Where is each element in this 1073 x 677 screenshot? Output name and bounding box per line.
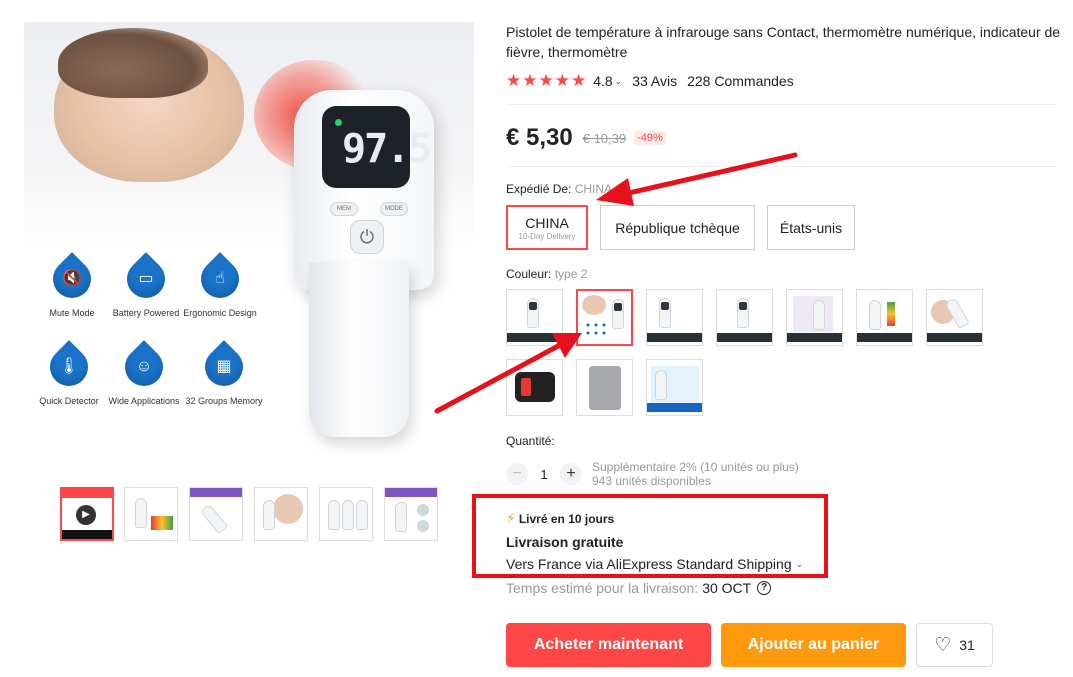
gallery-thumb-5[interactable] (319, 487, 373, 541)
wishlist-button[interactable]: ♡ 31 (916, 623, 993, 667)
annotation-highlight-box (472, 494, 828, 578)
color-option-2[interactable] (576, 289, 633, 346)
gallery-thumb-4[interactable] (254, 487, 308, 541)
chevron-down-icon[interactable]: ⌄ (615, 76, 623, 87)
hand-icon: ☝ (193, 252, 247, 306)
arrow-to-ship-from (596, 152, 798, 206)
estimated-delivery: Temps estimé pour la livraison: 30 OCT ? (506, 580, 772, 596)
thermometer-handle (309, 262, 409, 437)
person-icon: ☺ (117, 340, 171, 394)
wishlist-count: 31 (959, 637, 975, 653)
rating-stars-icon: ★★★★★ (506, 71, 588, 90)
option-label: CHINA (525, 214, 569, 231)
color-title: Couleur: (506, 267, 552, 281)
feature-ergonomic: ☝ Ergonomic Design (175, 252, 265, 318)
gallery-thumb-3[interactable] (189, 487, 243, 541)
gallery-thumb-6[interactable] (384, 487, 438, 541)
color-label: Couleur: type 2 (506, 267, 587, 281)
feature-label: Wide Applications (108, 396, 180, 406)
stock-available: 943 unités disponibles (592, 474, 711, 488)
eta-label: Temps estimé pour la livraison: (506, 580, 699, 596)
eta-date: 30 OCT (702, 580, 752, 596)
option-label: République tchèque (615, 219, 740, 236)
quantity-stepper: − 1 + Supplémentaire 2% (10 unités ou pl… (506, 460, 799, 488)
ship-from-china[interactable]: CHINA 10-Day Delivery (506, 205, 588, 250)
reviews-link[interactable]: 33 Avis (632, 73, 677, 89)
rating-value[interactable]: 4.8 (593, 73, 612, 89)
price-row: € 5,30 € 10,39 -49% (506, 124, 666, 152)
quantity-label: Quantité: (506, 434, 555, 448)
ships-from-value: CHINA (574, 182, 613, 196)
color-option-3[interactable] (646, 289, 703, 346)
battery-icon: ▭ (119, 252, 173, 306)
quantity-input[interactable]: 1 (528, 467, 560, 482)
gallery-thumb-2[interactable] (124, 487, 178, 541)
color-option-4[interactable] (716, 289, 773, 346)
play-icon: ▶ (76, 505, 96, 525)
thermometer-icon: 🌡 (42, 340, 96, 394)
option-sublabel: 10-Day Delivery (518, 231, 576, 241)
thermometer-reading: 97.5 (342, 126, 432, 172)
divider (506, 166, 1056, 167)
quantity-decrease-button[interactable]: − (506, 463, 528, 485)
child-hair (58, 28, 208, 98)
discount-badge: -49% (634, 131, 666, 145)
color-option-5[interactable] (786, 289, 843, 346)
product-title: Pistolet de température à infrarouge san… (506, 24, 1061, 60)
color-option-6[interactable] (856, 289, 913, 346)
color-option-case[interactable] (506, 359, 563, 416)
current-price: € 5,30 (506, 124, 573, 151)
feature-label: Ergonomic Design (183, 308, 257, 318)
color-value: type 2 (554, 267, 588, 281)
buy-now-button[interactable]: Acheter maintenant (506, 623, 711, 667)
ship-from-czech-republic[interactable]: République tchèque (600, 205, 755, 250)
bulk-discount-note: Supplémentaire 2% (10 unités ou plus) (592, 460, 799, 474)
status-led (335, 119, 342, 126)
option-label: États-unis (779, 219, 843, 236)
feature-wide-applications: ☺ Wide Applications (99, 340, 189, 406)
ships-from-title: Expédié De: (506, 182, 572, 196)
original-price: € 10,39 (582, 130, 627, 146)
speaker-mute-icon: 🔇 (45, 252, 99, 306)
color-option-bundle[interactable] (646, 359, 703, 416)
orders-count: 228 Commandes (687, 73, 794, 89)
main-product-image[interactable]: 97.5 MEM MODE ⏻ 🔇 Mute Mode ▭ Battery Po… (24, 22, 474, 460)
rating-row: ★★★★★ 4.8 ⌄ 33 Avis 228 Commandes (506, 71, 794, 90)
help-icon[interactable]: ? (757, 581, 772, 595)
calendar-icon: ▦ (197, 340, 251, 394)
color-option-7[interactable] (926, 289, 983, 346)
ship-from-united-states[interactable]: États-unis (767, 205, 855, 250)
divider (506, 104, 1056, 105)
color-option-pouch[interactable] (576, 359, 633, 416)
heart-icon: ♡ (934, 634, 952, 656)
gallery-thumb-1[interactable]: ▶ (60, 487, 114, 541)
mem-button-graphic: MEM (330, 202, 358, 216)
quantity-increase-button[interactable]: + (560, 463, 582, 485)
power-icon: ⏻ (350, 220, 384, 254)
color-option-1[interactable] (506, 289, 563, 346)
feature-label: 32 Groups Memory (185, 396, 263, 406)
mode-button-graphic: MODE (380, 202, 408, 216)
feature-memory: ▦ 32 Groups Memory (179, 340, 269, 406)
quantity-info: Supplémentaire 2% (10 unités ou plus) 94… (592, 460, 799, 488)
ships-from-label: Expédié De: CHINA (506, 182, 612, 196)
add-to-cart-button[interactable]: Ajouter au panier (721, 623, 906, 667)
